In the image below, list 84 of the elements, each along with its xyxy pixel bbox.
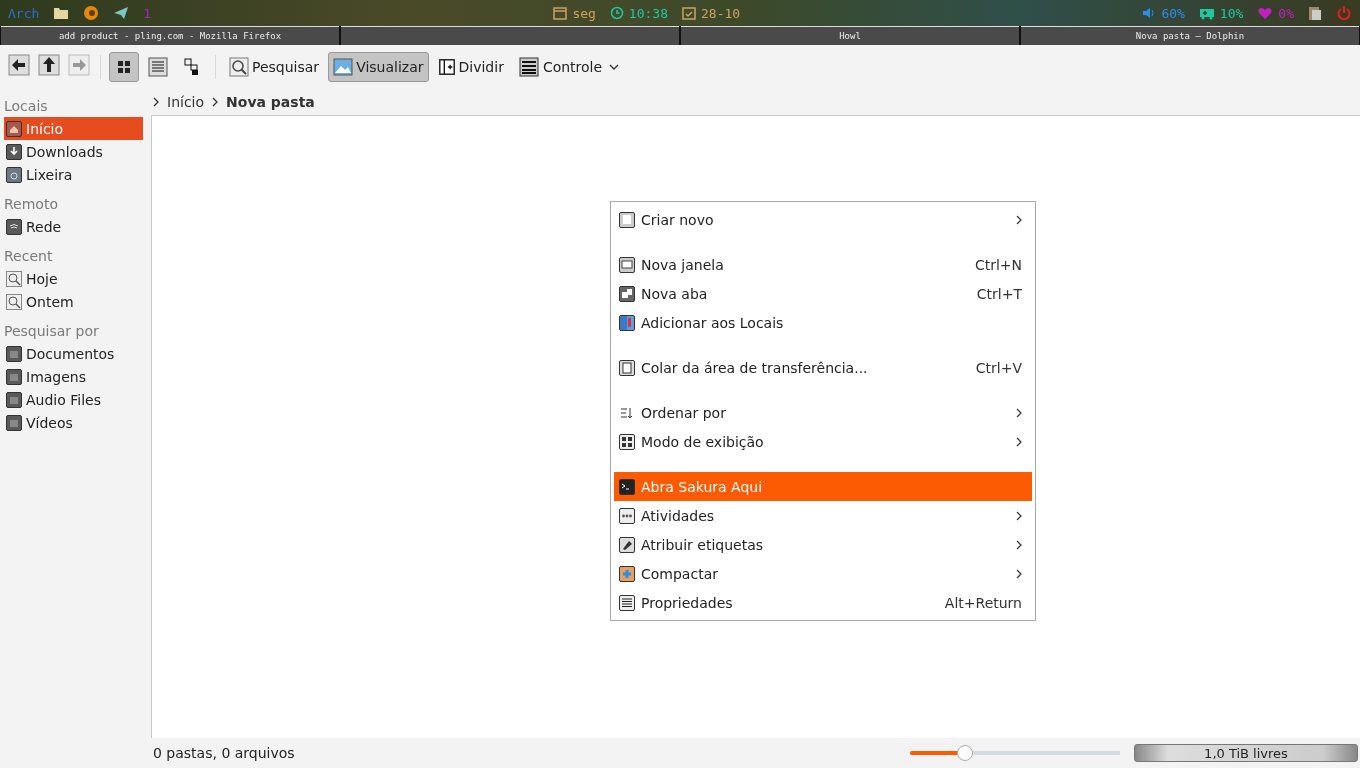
volume-label: 60% [1161,5,1185,21]
clock-label: 10:38 [628,5,668,21]
sidebar-item[interactable]: Documentos [4,342,143,365]
tabs-icon [619,285,635,302]
sidebar-item[interactable]: Audio Files [4,388,143,411]
menu-item[interactable]: Adicionar aos Locais [614,308,1032,337]
sidebar-section-title: Locais [4,96,49,116]
menu-item[interactable]: Criar novo [614,205,1032,234]
search-icon [6,270,22,287]
sidebar-item[interactable]: Imagens [4,365,143,388]
network-icon [6,218,22,235]
terminal-icon [619,478,635,495]
folder-icon [6,345,22,362]
chevron-icon [212,96,219,107]
folder-icon [6,368,22,385]
taskbar-window[interactable]: Howl [681,26,1019,45]
paper-plane-icon[interactable] [113,5,130,21]
folder-icon [6,414,22,431]
menu-item[interactable]: Compactar [614,559,1032,588]
clipboard-icon [619,359,635,376]
toolbar-button[interactable]: Controle [512,51,625,82]
taskbar-window[interactable]: add product - pling.com - Mozilla Firefox [1,26,339,45]
sidebar-section-title: Pesquisar por [4,321,100,341]
menu-item[interactable]: Nova aba Ctrl+T [614,279,1032,308]
sidebar-item[interactable]: Início [4,117,143,140]
cpu-label: 10% [1219,5,1244,21]
window-icon [619,256,635,273]
ambulance-icon [1198,6,1215,20]
split-view-icon [437,57,456,76]
sidebar-section-title: Recent [4,246,54,266]
folder-icon [6,391,22,408]
day-label: seg [572,5,596,21]
menu-item[interactable]: Ordenar por [614,398,1032,427]
menu-item[interactable]: Modo de exibição [614,427,1032,456]
taskbar-window[interactable]: Nova pasta — Dolphin [1021,26,1359,45]
caret-icon [609,63,620,70]
toolbar-button[interactable]: Visualizar [328,51,429,82]
sidebar-section-title: Remoto [4,194,59,214]
toolbar-button[interactable]: Dividir [432,51,509,82]
speaker-icon [1142,6,1157,20]
archive-icon [619,565,635,582]
image-icon [333,56,354,77]
slider-thumb[interactable] [956,745,973,761]
download-icon [6,143,22,160]
menu-item[interactable]: Atribuir etiquetas [614,530,1032,559]
sidebar-item[interactable]: Vídeos [4,411,143,434]
sidebar-item[interactable]: Downloads [4,140,143,163]
sidebar-item[interactable]: Ontem [4,290,143,313]
search-icon [6,293,22,310]
chevron-icon [153,96,159,107]
browser-icon[interactable] [83,5,100,21]
breadcrumb-item[interactable]: Início [165,93,207,110]
date-label: 28-10 [701,5,741,21]
search-icon [229,56,249,77]
trash-icon [6,166,22,183]
menu-item[interactable]: Propriedades Alt+Return [614,588,1032,617]
list-icon [148,56,168,77]
memory-label: 0% [1278,5,1294,21]
new-file-icon [619,211,635,228]
view-mode-button[interactable] [109,51,139,82]
menu-icon [517,56,540,77]
dots-icon [619,507,635,524]
status-text: 0 pastas, 0 arquivos [153,745,296,761]
heart-icon [1257,6,1274,20]
clock-icon [609,6,624,20]
menu-item[interactable]: Atividades [614,501,1032,530]
menu-item[interactable]: Colar da área de transferência... Ctrl+V [614,353,1032,382]
grid-icon [619,433,635,450]
sidebar-item[interactable]: Hoje [4,267,143,290]
menu-item[interactable]: Nova janela Ctrl+N [614,250,1032,279]
breadcrumb-item[interactable]: Nova pasta [224,93,317,110]
sidebar-item[interactable]: Lixeira [4,163,143,186]
bookmark-icon [619,314,635,331]
sidebar-item[interactable]: Rede [4,215,143,238]
tag-icon [619,536,635,553]
folder-icon[interactable] [53,6,70,20]
list-icon [619,594,635,611]
clipboard-icon[interactable] [1308,5,1322,21]
toolbar-button[interactable]: Pesquisar [224,51,325,82]
free-space-bar: 1,0 TiB livres [1134,744,1358,762]
calendar-icon [682,6,696,20]
home-icon [6,120,22,137]
power-icon[interactable] [1336,5,1352,21]
calendar-icon [553,6,568,20]
